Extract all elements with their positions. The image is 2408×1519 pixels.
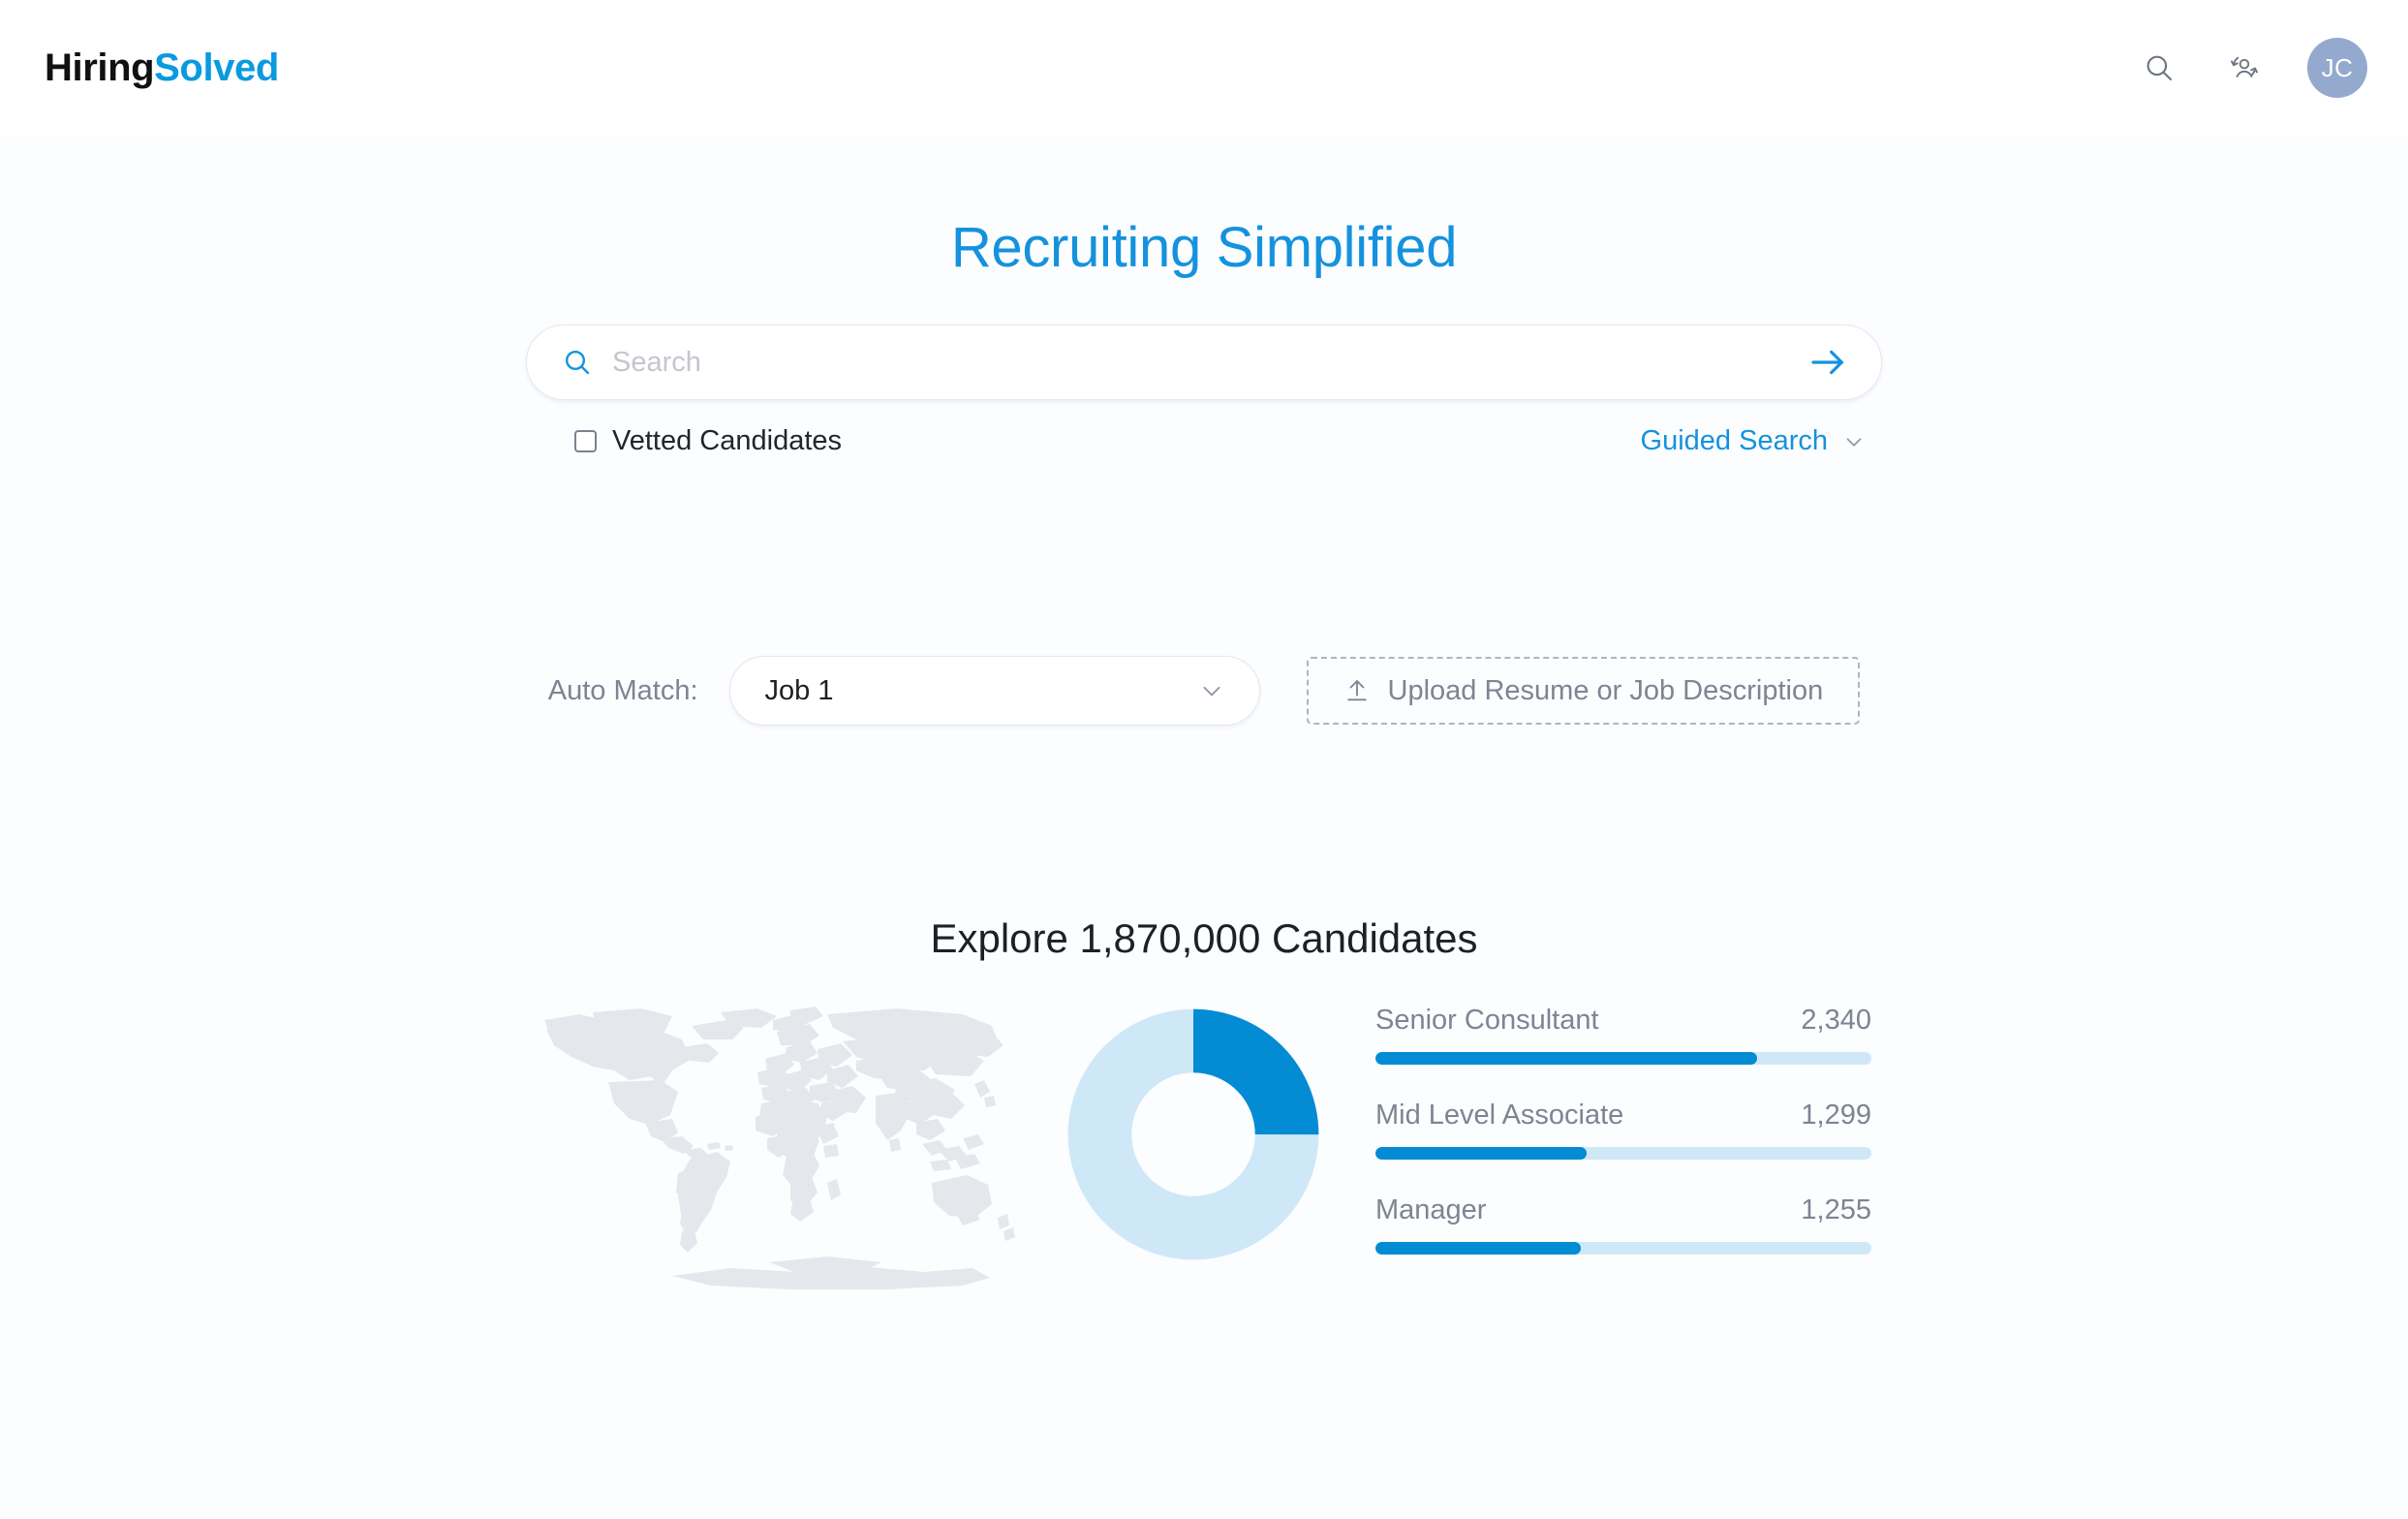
search-zone: Vetted Candidates Guided Search xyxy=(526,325,1882,457)
progress-track xyxy=(1375,1052,1871,1065)
logo-text-hiring: Hiring xyxy=(45,46,155,89)
progress-track xyxy=(1375,1242,1871,1255)
switch-user-icon[interactable] xyxy=(2222,46,2267,90)
job-select-value: Job 1 xyxy=(764,674,834,706)
stat-header: Senior Consultant 2,340 xyxy=(1375,1005,1871,1037)
stat-label: Manager xyxy=(1375,1194,1487,1225)
search-icon[interactable] xyxy=(2137,46,2181,90)
search-input[interactable] xyxy=(612,346,1794,379)
explore-title: Explore 1,870,000 Candidates xyxy=(930,915,1478,961)
stat-label: Senior Consultant xyxy=(1375,1005,1599,1036)
chevron-down-icon xyxy=(1197,676,1226,705)
world-map-graphic xyxy=(537,1003,1021,1293)
progress-track xyxy=(1375,1147,1871,1160)
progress-fill xyxy=(1375,1147,1587,1160)
explore-body: Senior Consultant 2,340 Mid Level Associ… xyxy=(0,1003,2408,1293)
arrow-right-icon[interactable] xyxy=(1794,346,1848,379)
search-bar[interactable] xyxy=(526,325,1882,400)
logo-text-solved: Solved xyxy=(154,46,279,89)
vetted-candidates-label: Vetted Candidates xyxy=(612,425,843,456)
upload-resume-button[interactable]: Upload Resume or Job Description xyxy=(1306,657,1861,725)
auto-match-row: Auto Match: Job 1 Upload Resume or Job D… xyxy=(0,656,2408,726)
stat-header: Manager 1,255 xyxy=(1375,1194,1871,1226)
search-options-row: Vetted Candidates Guided Search xyxy=(574,425,1872,457)
list-item: Mid Level Associate 1,299 xyxy=(1375,1100,1871,1160)
chevron-down-icon xyxy=(1841,429,1867,454)
page-title: Recruiting Simplified xyxy=(950,216,1458,279)
job-select[interactable]: Job 1 xyxy=(728,656,1260,726)
stat-header: Mid Level Associate 1,299 xyxy=(1375,1100,1871,1132)
upload-resume-label: Upload Resume or Job Description xyxy=(1387,674,1824,706)
progress-fill xyxy=(1375,1052,1758,1065)
auto-match-label: Auto Match: xyxy=(547,674,698,706)
guided-search-toggle[interactable]: Guided Search xyxy=(1641,425,1872,457)
guided-search-label: Guided Search xyxy=(1640,425,1828,456)
progress-fill xyxy=(1375,1242,1582,1255)
stat-value: 1,255 xyxy=(1801,1194,1871,1225)
main-content: Recruiting Simplified Vetted Candidates xyxy=(0,215,2408,1519)
app-logo[interactable]: HiringSolved xyxy=(45,46,279,90)
list-item: Manager 1,255 xyxy=(1375,1194,1871,1255)
header-actions: JC xyxy=(2137,38,2367,98)
list-item: Senior Consultant 2,340 xyxy=(1375,1005,1871,1065)
role-stats-list: Senior Consultant 2,340 Mid Level Associ… xyxy=(1375,1003,1871,1255)
avatar[interactable]: JC xyxy=(2307,38,2367,98)
stat-label: Mid Level Associate xyxy=(1375,1100,1624,1131)
candidates-donut-chart xyxy=(1067,1008,1319,1260)
vetted-candidates-checkbox[interactable]: Vetted Candidates xyxy=(574,425,842,457)
stat-value: 1,299 xyxy=(1801,1100,1871,1131)
stat-value: 2,340 xyxy=(1801,1005,1871,1036)
checkbox-box[interactable] xyxy=(574,430,597,452)
upload-icon xyxy=(1343,677,1371,704)
search-icon xyxy=(562,347,593,378)
app-header: HiringSolved JC xyxy=(0,0,2408,136)
